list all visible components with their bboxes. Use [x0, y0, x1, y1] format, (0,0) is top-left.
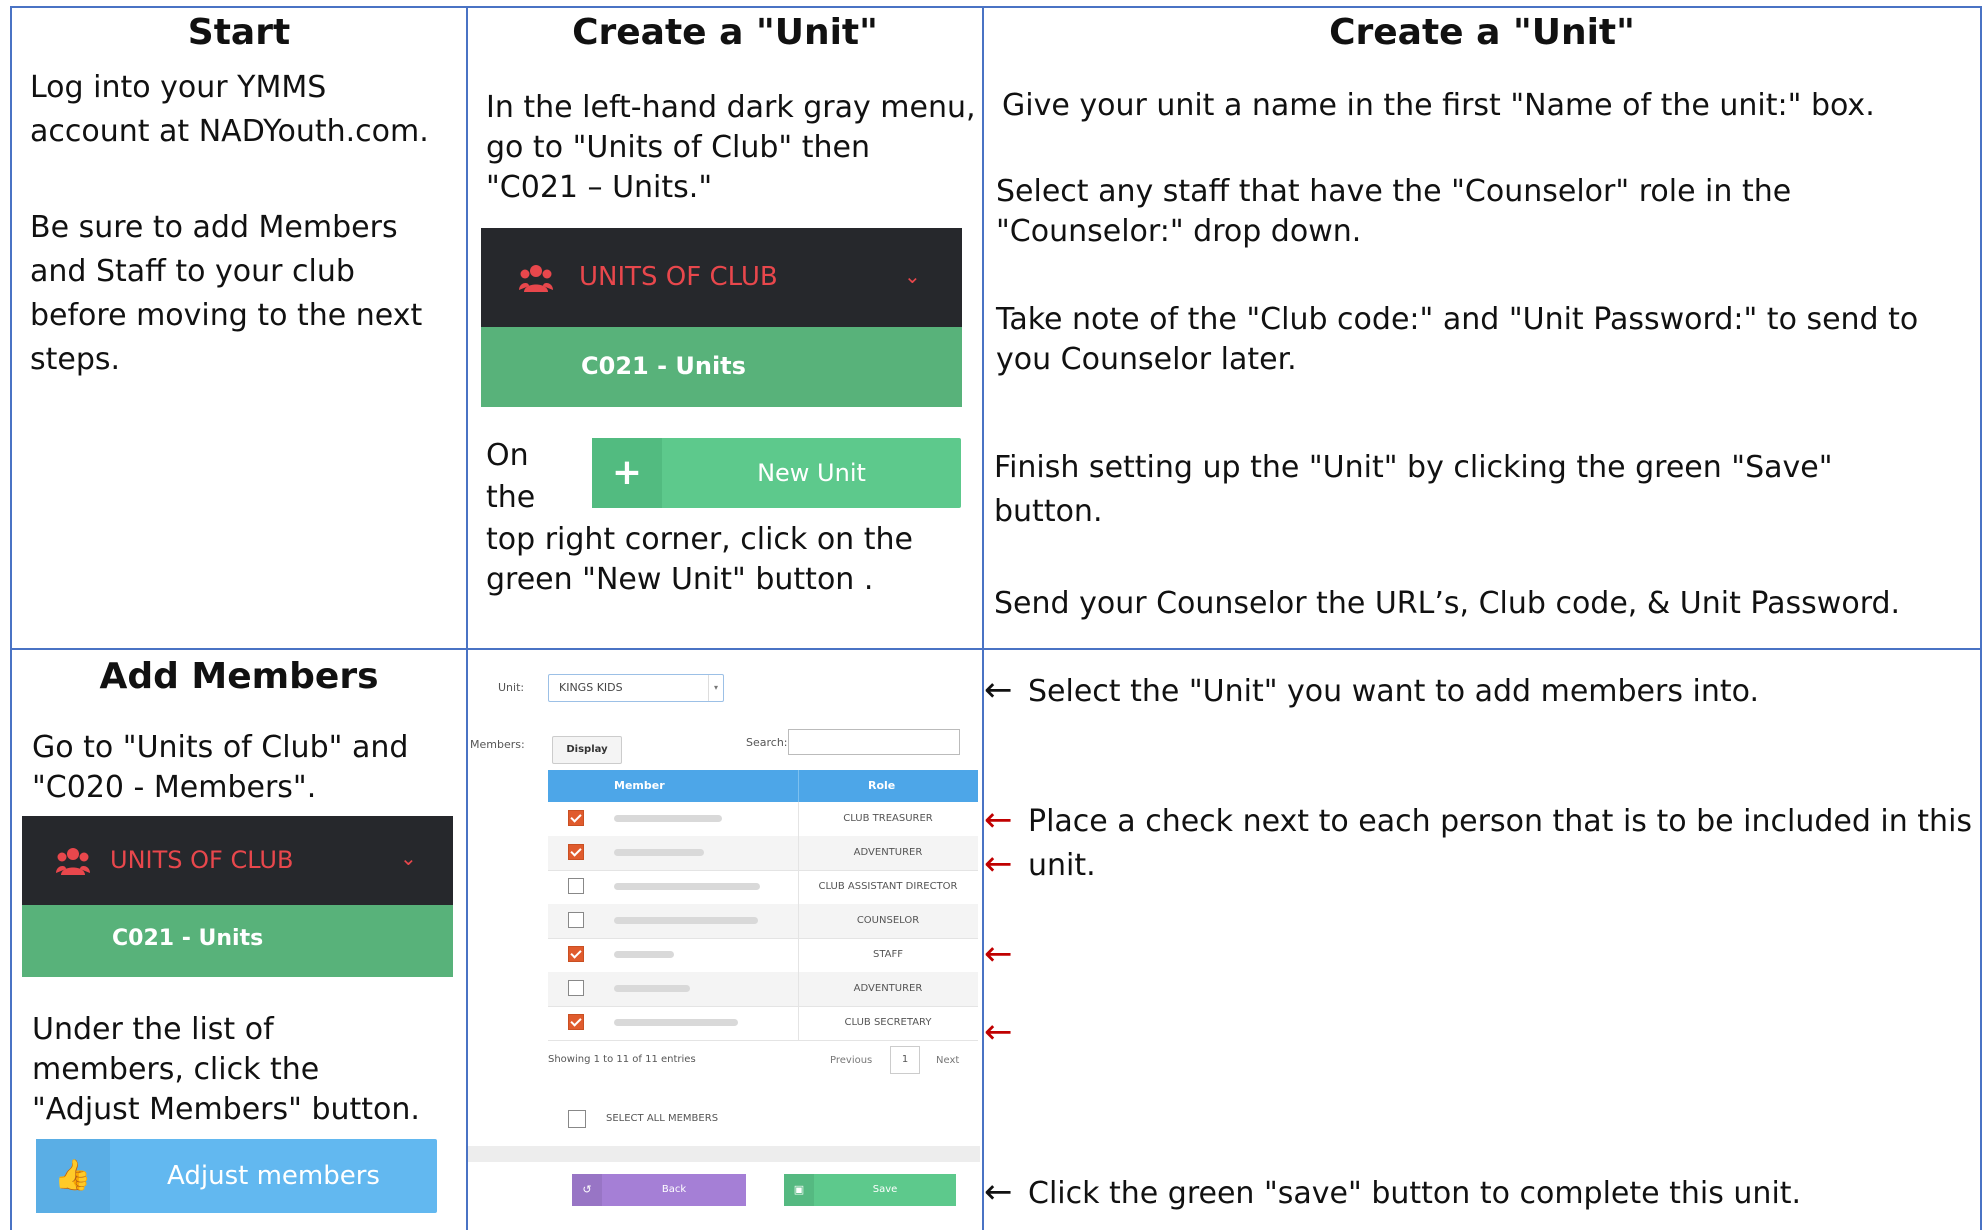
- select-unit-note: Select the "Unit" you want to add member…: [1028, 674, 1759, 709]
- blurred-member-name: [614, 849, 704, 856]
- start-text-2: Be sure to add Members and Staff to your…: [30, 210, 423, 377]
- row-checkbox[interactable]: [568, 946, 584, 962]
- table-row: COUNSELOR: [548, 904, 978, 939]
- grid-line-top: [10, 6, 1982, 8]
- table-row: STAFF: [548, 938, 978, 973]
- start-title: Start: [187, 12, 291, 53]
- table-row: ADVENTURER: [548, 836, 978, 871]
- adjust-members-button[interactable]: 👍 Adjust members: [36, 1139, 437, 1213]
- floppy-disk-icon: ▣: [784, 1174, 814, 1206]
- row-checkbox[interactable]: [568, 980, 584, 996]
- previous-page-link[interactable]: Previous: [830, 1055, 872, 1066]
- row-checkbox[interactable]: [568, 810, 584, 826]
- form-divider: [468, 1146, 980, 1162]
- add-members-title: Add Members: [99, 656, 379, 697]
- row-checkbox[interactable]: [568, 1014, 584, 1030]
- c021-units-item: C021 - Units: [581, 352, 746, 380]
- search-input[interactable]: [788, 729, 960, 755]
- send-counselor-text: Send your Counselor the URL’s, Club code…: [994, 586, 1901, 621]
- new-unit-label: New Unit: [757, 459, 866, 487]
- blurred-member-name: [614, 951, 674, 958]
- table-row: ADVENTURER: [548, 972, 978, 1007]
- c021-units-item-2: C021 - Units: [112, 926, 264, 951]
- left-arrow-icon: ←: [984, 670, 1013, 710]
- search-label: Search:: [746, 736, 788, 749]
- showing-entries-text: Showing 1 to 11 of 11 entries: [548, 1054, 696, 1065]
- row-checkbox[interactable]: [568, 912, 584, 928]
- new-unit-instructions: top right corner, click on the green "Ne…: [486, 522, 913, 597]
- create-unit-title-2: Create a "Unit": [1329, 12, 1635, 53]
- table-row: CLUB ASSISTANT DIRECTOR: [548, 870, 978, 905]
- grid-line-left: [10, 6, 12, 1230]
- table-row: CLUB SECRETARY: [548, 1006, 978, 1041]
- plus-icon: +: [592, 438, 662, 508]
- display-button[interactable]: Display: [552, 736, 622, 764]
- units-of-club-menu-image: UNITS OF CLUB ⌄ C021 - Units: [481, 228, 962, 407]
- role-column-header[interactable]: Role: [868, 770, 895, 802]
- unit-label: Unit:: [498, 681, 525, 694]
- name-unit-text: Give your unit a name in the first "Name…: [1002, 88, 1875, 123]
- chevron-down-icon: ⌄: [400, 846, 417, 870]
- the-text: the: [486, 480, 536, 515]
- select-all-checkbox[interactable]: [568, 1110, 586, 1128]
- adjust-instructions: Under the list of members, click the "Ad…: [32, 1012, 420, 1127]
- table-row: CLUB TREASURER: [548, 802, 978, 837]
- role-cell: ADVENTURER: [853, 847, 923, 858]
- left-arrow-icon: ←: [984, 844, 1013, 884]
- blurred-member-name: [614, 1019, 738, 1026]
- next-page-link[interactable]: Next: [936, 1055, 959, 1066]
- member-column-header[interactable]: Member: [614, 770, 665, 802]
- counselor-text: Select any staff that have the "Counselo…: [996, 174, 1792, 249]
- place-check-note: Place a check next to each person that i…: [1028, 804, 1973, 883]
- save-note: Click the green "save" button to complet…: [1028, 1176, 1802, 1211]
- users-icon: [56, 847, 90, 875]
- undo-icon: ↺: [572, 1174, 602, 1206]
- page-number-button[interactable]: 1: [890, 1046, 920, 1074]
- chevron-down-icon: ⌄: [904, 264, 921, 288]
- caret-down-icon: ▾: [708, 675, 723, 701]
- blurred-member-name: [614, 815, 722, 822]
- unit-select[interactable]: KINGS KIDS ▾: [548, 674, 724, 702]
- back-button[interactable]: ↺ Back: [572, 1174, 746, 1206]
- create-unit-instructions: In the left-hand dark gray menu, go to "…: [486, 90, 976, 205]
- row-checkbox[interactable]: [568, 878, 584, 894]
- select-all-label: SELECT ALL MEMBERS: [606, 1113, 719, 1124]
- role-cell: STAFF: [872, 949, 904, 960]
- save-button[interactable]: ▣ Save: [784, 1174, 956, 1206]
- thumbs-up-icon: 👍: [36, 1139, 110, 1213]
- role-cell: CLUB TREASURER: [843, 813, 933, 824]
- left-arrow-icon: ←: [984, 934, 1013, 974]
- units-of-club-menu-image-2: UNITS OF CLUB ⌄ C021 - Units: [22, 816, 453, 977]
- users-icon: [519, 264, 553, 292]
- club-code-text: Take note of the "Club code:" and "Unit …: [996, 302, 1919, 377]
- blurred-member-name: [614, 883, 760, 890]
- members-label: Members:: [470, 738, 525, 751]
- start-text-1: Log into your YMMS account at NADYouth.c…: [30, 70, 429, 149]
- add-members-instructions: Go to "Units of Club" and "C020 - Member…: [32, 730, 409, 805]
- role-cell: ADVENTURER: [853, 983, 923, 994]
- left-arrow-icon: ←: [984, 1012, 1013, 1052]
- blurred-member-name: [614, 917, 758, 924]
- unit-members-form: Unit: KINGS KIDS ▾ Members: Display Sear…: [468, 650, 980, 1228]
- units-of-club-label-2: UNITS OF CLUB: [110, 846, 294, 874]
- adjust-members-label: Adjust members: [167, 1161, 380, 1191]
- left-arrow-icon: ←: [984, 800, 1013, 840]
- role-cell: CLUB ASSISTANT DIRECTOR: [818, 881, 958, 892]
- units-of-club-label: UNITS OF CLUB: [579, 262, 778, 292]
- row-checkbox[interactable]: [568, 844, 584, 860]
- role-cell: COUNSELOR: [856, 915, 920, 926]
- on-text: On: [486, 438, 529, 473]
- create-unit-title-1: Create a "Unit": [572, 12, 878, 53]
- new-unit-button[interactable]: + New Unit: [592, 438, 961, 508]
- role-cell: CLUB SECRETARY: [844, 1017, 932, 1028]
- blurred-member-name: [614, 985, 690, 992]
- grid-line-mid: [10, 648, 1982, 650]
- members-table-header: Member Role: [548, 770, 978, 802]
- left-arrow-icon: ←: [984, 1172, 1013, 1212]
- save-instructions-text: Finish setting up the "Unit" by clicking…: [994, 450, 1833, 529]
